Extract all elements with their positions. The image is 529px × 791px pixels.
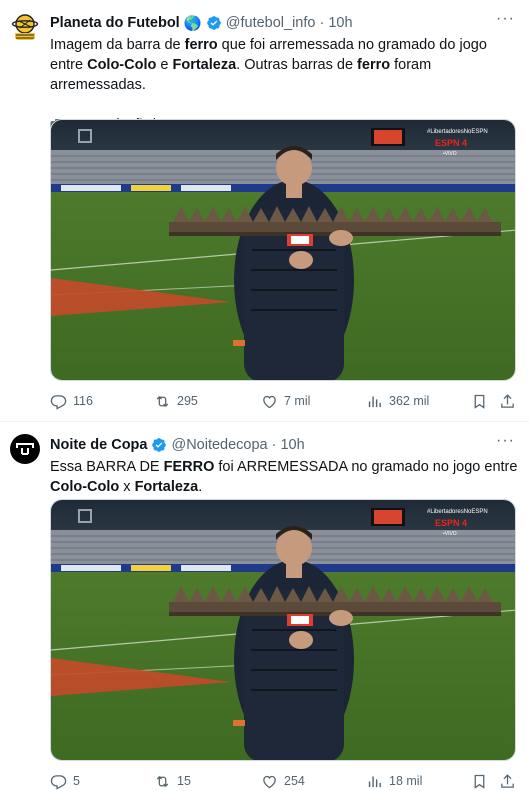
- text-bold: Colo-Colo: [87, 57, 157, 73]
- repost-button[interactable]: 15: [154, 773, 191, 790]
- author-handle[interactable]: @futebol_info: [226, 15, 316, 31]
- verified-badge-icon: [206, 16, 221, 30]
- share-button[interactable]: [499, 773, 516, 790]
- views-button[interactable]: 362 mil: [366, 393, 429, 410]
- tweet-paragraph: Essa BARRA DE FERRO foi ARREMESSADA no g…: [50, 457, 520, 497]
- more-icon[interactable]: ···: [496, 433, 515, 449]
- separator-dot: ·: [319, 15, 325, 31]
- text-bold: ferro: [184, 37, 218, 53]
- noite-de-copa-logo: [16, 443, 34, 455]
- live-overlay: •VIVO: [443, 151, 457, 157]
- hashtag-overlay: #LibertadoresNoESPN: [427, 509, 488, 515]
- text-bold: FERRO: [163, 459, 215, 475]
- bookmark-button[interactable]: [471, 773, 488, 790]
- avatar[interactable]: [10, 12, 40, 42]
- action-bar: 5 15 254 18 mil: [50, 771, 520, 791]
- text-span: Essa BARRA DE: [50, 459, 164, 475]
- reply-button[interactable]: 5: [50, 773, 80, 790]
- views-icon: [368, 776, 381, 787]
- more-icon[interactable]: ···: [496, 11, 515, 27]
- tweet-image[interactable]: #LibertadoresNoESPN ESPN 4 •VIVO: [50, 499, 516, 761]
- tweet-text: Essa BARRA DE FERRO foi ARREMESSADA no g…: [50, 457, 520, 497]
- channel-overlay: ESPN 4: [435, 138, 467, 148]
- tweet[interactable]: Noite de Copa @Noitedecopa · 10h ··· Ess…: [0, 422, 529, 791]
- timestamp[interactable]: 10h: [328, 15, 352, 31]
- repost-icon: [156, 395, 169, 407]
- like-count: 254: [284, 774, 305, 788]
- avatar[interactable]: [10, 434, 40, 464]
- bookmark-button[interactable]: [471, 393, 488, 410]
- text-span: .: [198, 479, 203, 495]
- timestamp[interactable]: 10h: [280, 437, 304, 453]
- tweet-paragraph: Imagem da barra de ferro que foi arremes…: [50, 35, 520, 95]
- view-count: 362 mil: [389, 394, 430, 408]
- reply-icon: [50, 774, 67, 790]
- repost-count: 15: [177, 774, 191, 788]
- share-button[interactable]: [499, 393, 516, 410]
- text-bold: Colo-Colo: [50, 479, 120, 495]
- like-button[interactable]: 254: [261, 773, 305, 790]
- verified-badge-icon: [152, 438, 167, 452]
- tweet-image[interactable]: #LibertadoresNoESPN ESPN 4 •VIVO: [50, 119, 516, 381]
- reply-button[interactable]: 116: [50, 393, 93, 410]
- text-bold: ferro: [357, 57, 391, 73]
- reply-icon: [50, 394, 67, 410]
- author-name[interactable]: Noite de Copa: [50, 437, 147, 453]
- like-count: 7 mil: [284, 394, 311, 408]
- author-handle[interactable]: @Noitedecopa: [171, 437, 267, 453]
- stadium-photo: #LibertadoresNoESPN ESPN 4 •VIVO: [51, 120, 515, 380]
- reply-count: 116: [73, 394, 93, 408]
- live-overlay: •VIVO: [443, 531, 457, 537]
- like-button[interactable]: 7 mil: [261, 393, 310, 410]
- like-icon: [263, 775, 276, 788]
- bookmark-icon: [474, 394, 485, 409]
- text-span: e: [156, 57, 173, 73]
- separator-dot: ·: [271, 437, 277, 453]
- text-span: . Outras barras de: [236, 57, 358, 73]
- share-icon: [501, 773, 514, 788]
- repost-button[interactable]: 295: [154, 393, 198, 410]
- planeta-do-futebol-logo: [11, 14, 39, 40]
- repost-icon: [156, 775, 169, 787]
- views-icon: [368, 396, 381, 407]
- repost-count: 295: [177, 394, 198, 408]
- globe-emoji: 🌎: [183, 15, 202, 32]
- text-span: Imagem da barra de: [50, 37, 185, 53]
- tweet[interactable]: Planeta do Futebol 🌎 @futebol_info · 10h…: [0, 0, 529, 422]
- share-icon: [501, 393, 514, 408]
- action-bar: 116 295 7 mil 362 mil: [50, 391, 520, 411]
- text-span: foi ARREMESSADA no gramado no jogo entre: [214, 459, 518, 475]
- channel-overlay: ESPN 4: [435, 518, 467, 528]
- like-icon: [263, 395, 276, 408]
- views-button[interactable]: 18 mil: [366, 773, 422, 790]
- author-name[interactable]: Planeta do Futebol: [50, 15, 180, 31]
- stadium-photo: #LibertadoresNoESPN ESPN 4 •VIVO: [51, 500, 515, 760]
- bookmark-icon: [474, 774, 485, 789]
- tweet-header: Noite de Copa @Noitedecopa · 10h: [50, 435, 305, 455]
- text-span: x: [119, 479, 135, 495]
- tweet-header: Planeta do Futebol 🌎 @futebol_info · 10h: [50, 13, 353, 33]
- view-count: 18 mil: [389, 774, 423, 788]
- text-bold: Fortaleza: [134, 479, 199, 495]
- reply-count: 5: [73, 774, 80, 788]
- timeline: Planeta do Futebol 🌎 @futebol_info · 10h…: [0, 0, 529, 791]
- text-bold: Fortaleza: [172, 57, 237, 73]
- hashtag-overlay: #LibertadoresNoESPN: [427, 129, 488, 135]
